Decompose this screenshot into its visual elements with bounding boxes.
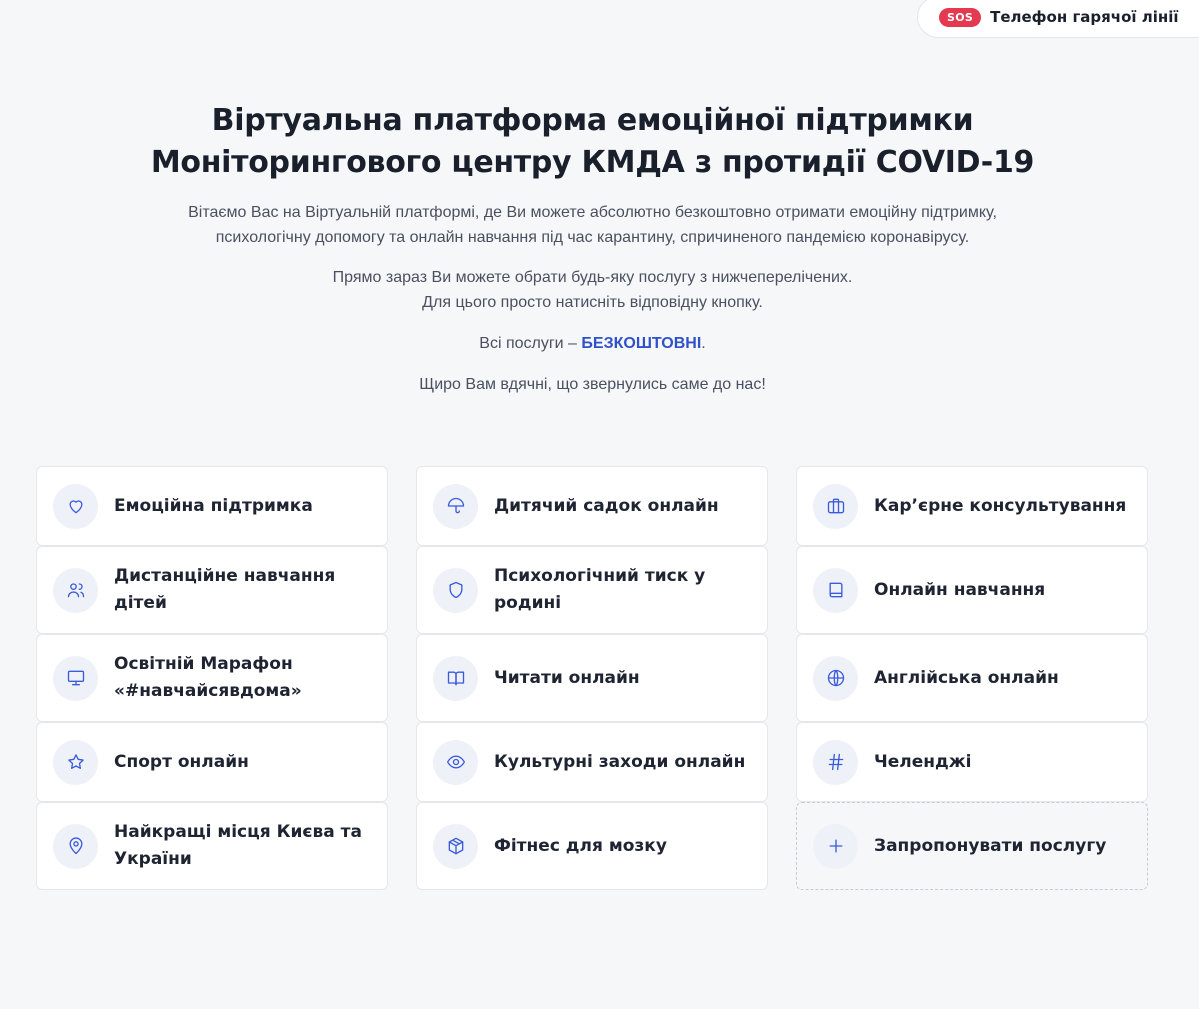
- service-card[interactable]: Психологічний тиск у родині: [416, 546, 768, 634]
- page-title-line-1: Віртуальна платформа емоційної підтримки: [211, 103, 974, 138]
- free-services-text: Всі послуги – БЕЗКОШТОВНІ.: [0, 331, 1185, 356]
- choose-line-2: Для цього просто натисніть відповідну кн…: [422, 294, 763, 311]
- service-label: Фітнес для мозку: [494, 835, 667, 856]
- service-card[interactable]: Англійська онлайн: [796, 634, 1148, 722]
- service-card[interactable]: Читати онлайн: [416, 634, 768, 722]
- service-label: Спорт онлайн: [114, 751, 249, 772]
- page: SOS Телефон гарячої лінії Віртуальна пла…: [0, 0, 1199, 1009]
- welcome-line-1: Вітаємо Вас на Віртуальній платформі, де…: [188, 204, 997, 221]
- hotline-button[interactable]: SOS Телефон гарячої лінії: [917, 0, 1199, 38]
- service-label: Культурні заходи онлайн: [494, 751, 746, 772]
- service-card[interactable]: Фітнес для мозку: [416, 802, 768, 890]
- intro-section: Віртуальна платформа емоційної підтримки…: [0, 100, 1185, 397]
- eye-icon: [433, 739, 478, 785]
- service-card[interactable]: Дистанційне навчання дітей: [36, 546, 388, 634]
- users-icon: [53, 567, 98, 613]
- free-suffix: .: [701, 335, 706, 352]
- service-card[interactable]: Запропонувати послугу: [796, 802, 1148, 890]
- monitor-icon: [53, 655, 98, 701]
- heart-icon: [53, 483, 98, 529]
- globe-icon: [813, 655, 858, 701]
- service-label: Челенджі: [874, 751, 972, 772]
- briefcase-icon: [813, 483, 858, 529]
- thanks-text: Щиро Вам вдячні, що звернулись саме до н…: [419, 376, 766, 393]
- service-card[interactable]: Спорт онлайн: [36, 722, 388, 802]
- service-label: Онлайн навчання: [874, 579, 1046, 600]
- service-card[interactable]: Емоційна підтримка: [36, 466, 388, 546]
- shield-icon: [433, 567, 478, 613]
- service-card[interactable]: Освітній Марафон «#навчайсявдома»: [36, 634, 388, 722]
- welcome-text: Вітаємо Вас на Віртуальній платформі, де…: [0, 200, 1185, 250]
- service-card[interactable]: Культурні заходи онлайн: [416, 722, 768, 802]
- service-label: Кар’єрне консультування: [874, 495, 1127, 516]
- service-label: Запропонувати послугу: [874, 835, 1107, 856]
- hash-icon: [813, 739, 858, 785]
- sos-badge: SOS: [939, 7, 982, 27]
- book-icon: [813, 567, 858, 613]
- star-icon: [53, 739, 98, 785]
- service-card[interactable]: Онлайн навчання: [796, 546, 1148, 634]
- page-title-line-2: Моніторингового центру КМДА з протидії C…: [150, 145, 1035, 180]
- service-label: Освітній Марафон «#навчайсявдома»: [114, 654, 302, 701]
- welcome-line-2: психологічну допомогу та онлайн навчання…: [215, 229, 970, 246]
- service-card[interactable]: Челенджі: [796, 722, 1148, 802]
- free-highlight: БЕЗКОШТОВНІ: [581, 335, 702, 352]
- service-label: Психологічний тиск у родині: [494, 566, 706, 613]
- services-grid: Емоційна підтримка Дитячий садок онлайн Ка…: [36, 466, 1148, 890]
- page-title: Віртуальна платформа емоційної підтримки…: [0, 100, 1185, 184]
- service-label: Англійська онлайн: [874, 667, 1059, 688]
- service-card[interactable]: Кар’єрне консультування: [796, 466, 1148, 546]
- choose-text: Прямо зараз Ви можете обрати будь-яку по…: [0, 265, 1185, 315]
- service-card[interactable]: Найкращі місця Києва та України: [36, 802, 388, 890]
- umbrella-icon: [433, 483, 478, 529]
- hotline-label: Телефон гарячої лінії: [990, 8, 1179, 26]
- free-prefix: Всі послуги –: [479, 335, 582, 352]
- service-label: Емоційна підтримка: [114, 495, 313, 516]
- open-book-icon: [433, 655, 478, 701]
- plus-icon: [813, 823, 858, 869]
- choose-line-1: Прямо зараз Ви можете обрати будь-яку по…: [332, 269, 853, 286]
- box-icon: [433, 823, 478, 869]
- service-label: Дистанційне навчання дітей: [114, 566, 336, 613]
- service-label: Читати онлайн: [494, 667, 640, 688]
- service-card[interactable]: Дитячий садок онлайн: [416, 466, 768, 546]
- service-label: Найкращі місця Києва та України: [114, 822, 362, 869]
- map-pin-icon: [53, 823, 98, 869]
- service-label: Дитячий садок онлайн: [494, 495, 719, 516]
